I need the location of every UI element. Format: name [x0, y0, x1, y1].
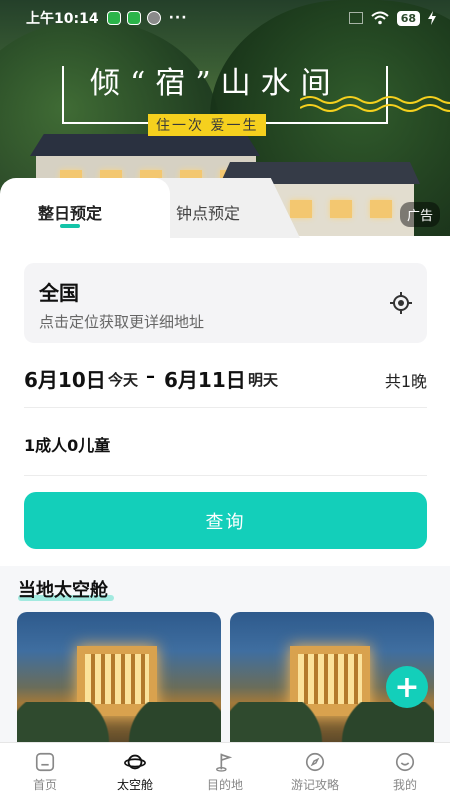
app-notification-icon — [146, 11, 161, 25]
tab-label: 整日预定 — [38, 204, 103, 223]
nav-label: 目的地 — [206, 778, 243, 792]
location-title: 全国 — [39, 281, 79, 305]
status-time: 上午10:14 — [26, 11, 99, 27]
guest-selector[interactable]: 1成人0儿童 — [24, 410, 427, 476]
check-in-day: 今天 — [108, 371, 139, 389]
capsule-card[interactable] — [17, 612, 221, 742]
guest-count: 1成人0儿童 — [24, 436, 111, 455]
nights-count: 共1晚 — [384, 372, 427, 391]
wechat-icon — [126, 11, 141, 25]
date-selector[interactable]: 6月10日 今天 – 6月11日 明天 共1晚 — [24, 360, 427, 408]
nav-label: 我的 — [392, 778, 417, 792]
ad-badge: 广告 — [399, 202, 440, 227]
tab-active-indicator — [60, 224, 80, 228]
flag-icon — [216, 753, 233, 772]
wave-decoration — [300, 96, 450, 112]
check-out-date: 6月11日 — [164, 368, 246, 392]
nav-travel-guides[interactable]: 游记攻略 — [270, 743, 360, 800]
wechat-icon — [106, 11, 121, 25]
tab-full-day[interactable]: 整日预定 — [0, 178, 170, 238]
wifi-icon — [371, 11, 389, 25]
location-hint: 点击定位获取更详细地址 — [39, 313, 205, 331]
location-card[interactable]: 全国 点击定位获取更详细地址 — [24, 263, 427, 343]
home-icon — [35, 752, 55, 772]
locate-icon[interactable] — [389, 291, 413, 315]
signal-icon — [348, 12, 363, 24]
date-separator: – — [146, 366, 155, 387]
notification-icons — [106, 11, 161, 25]
check-in-date: 6月10日 — [24, 368, 106, 392]
battery-icon: 68 — [396, 10, 420, 26]
compass-icon — [305, 752, 325, 772]
nav-destination[interactable]: 目的地 — [180, 743, 270, 800]
nav-label: 首页 — [32, 778, 57, 792]
nav-home[interactable]: 首页 — [0, 743, 90, 800]
nav-profile[interactable]: 我的 — [360, 743, 450, 800]
nav-label: 游记攻略 — [290, 778, 339, 792]
search-button[interactable]: 查询 — [24, 492, 427, 549]
add-button[interactable]: + — [386, 666, 428, 708]
nav-capsule[interactable]: 太空舱 — [90, 743, 180, 800]
local-capsules-section: 当地太空舱 — [0, 566, 450, 742]
banner-subtitle: 住一次 爱一生 — [148, 114, 267, 136]
check-out-day: 明天 — [248, 371, 279, 389]
charging-icon — [428, 11, 436, 25]
more-notifications-icon: ··· — [168, 10, 188, 26]
nav-label: 太空舱 — [116, 778, 153, 792]
section-title: 当地太空舱 — [18, 580, 108, 601]
smile-icon — [395, 752, 415, 772]
status-bar: 上午10:14 ··· 68 — [0, 0, 450, 36]
booking-tabs: 钟点预定 整日预定 — [0, 178, 300, 238]
tab-label: 钟点预定 — [176, 204, 241, 223]
bottom-navigation: 首页 太空舱 目的地 游记攻略 我的 — [0, 742, 450, 800]
planet-icon — [124, 754, 146, 770]
